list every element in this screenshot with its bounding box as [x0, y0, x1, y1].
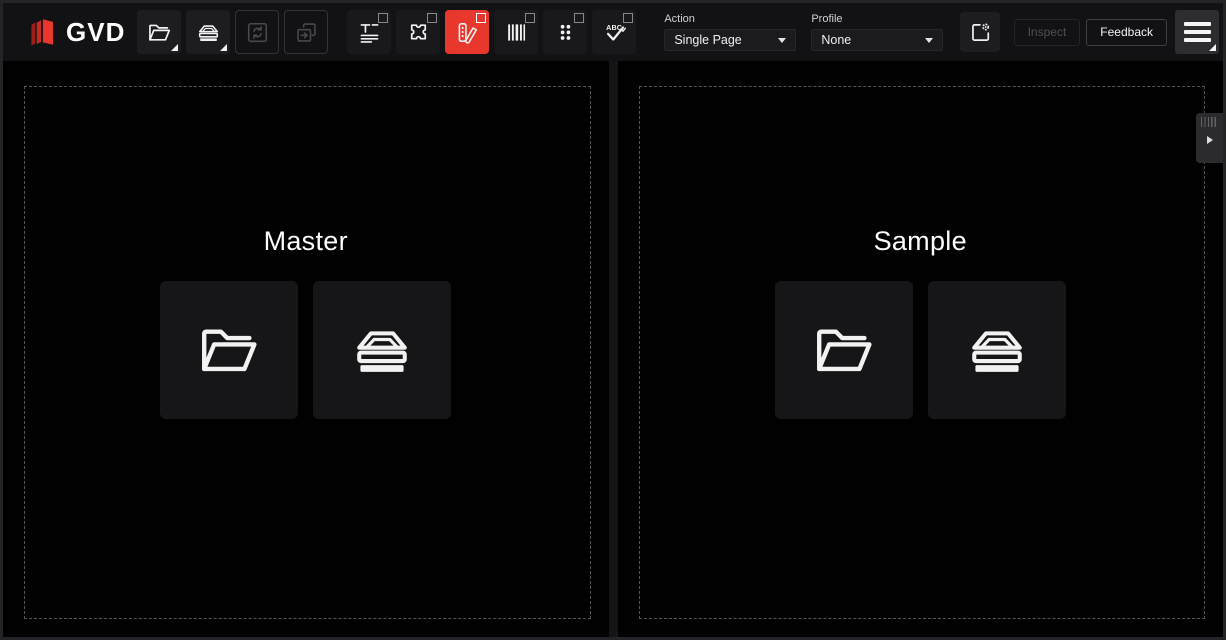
scanner-icon: [962, 315, 1032, 385]
color-compare-toggle[interactable]: [445, 10, 489, 54]
master-panel: Master: [3, 61, 609, 637]
color-compare-checkbox[interactable]: [476, 13, 486, 23]
toolbar: GVD: [3, 3, 1223, 61]
duplicate-page-icon: [293, 19, 320, 46]
profile-label: Profile: [811, 13, 943, 25]
sample-panel-title: Sample: [874, 226, 967, 257]
brand: GVD: [27, 15, 125, 49]
inspect-button[interactable]: Inspect: [1014, 19, 1081, 46]
feedback-button[interactable]: Feedback: [1086, 19, 1167, 46]
spellcheck-checkbox[interactable]: [623, 13, 633, 23]
profile-settings-button[interactable]: [960, 12, 1000, 52]
folder-open-icon: [194, 315, 264, 385]
file-actions-group: [137, 10, 328, 54]
duplicate-page-button[interactable]: [284, 10, 328, 54]
action-select[interactable]: Single Page: [664, 29, 796, 51]
grip-texture: [1201, 117, 1218, 127]
barcode-compare-toggle[interactable]: [494, 10, 538, 54]
action-field: Action Single Page: [664, 13, 796, 51]
brand-name: GVD: [66, 17, 125, 48]
text-compare-toggle[interactable]: [347, 10, 391, 54]
action-label: Action: [664, 13, 796, 25]
sample-source-tiles: [775, 281, 1066, 419]
action-select-value: Single Page: [674, 33, 778, 47]
die-cut-compare-checkbox[interactable]: [427, 13, 437, 23]
page-gear-icon: [967, 19, 994, 46]
master-panel-title: Master: [264, 226, 348, 257]
panel-divider: [609, 61, 618, 637]
flyout-handle[interactable]: [1196, 113, 1223, 163]
braille-compare-checkbox[interactable]: [574, 13, 584, 23]
profile-select-value: None: [821, 33, 925, 47]
master-source-tiles: [160, 281, 451, 419]
profile-select[interactable]: None: [811, 29, 943, 51]
chevron-down-icon: [778, 38, 786, 43]
text-compare-checkbox[interactable]: [378, 13, 388, 23]
open-file-button[interactable]: [137, 10, 181, 54]
master-open-file-tile[interactable]: [160, 281, 298, 419]
sync-button[interactable]: [235, 10, 279, 54]
folder-open-icon: [146, 19, 173, 46]
scan-button[interactable]: [186, 10, 230, 54]
spellcheck-toggle[interactable]: ABC: [592, 10, 636, 54]
menu-button[interactable]: [1175, 10, 1219, 54]
scanner-icon: [347, 315, 417, 385]
hamburger-menu-icon: [1184, 22, 1211, 26]
barcode-compare-checkbox[interactable]: [525, 13, 535, 23]
master-scan-tile[interactable]: [313, 281, 451, 419]
sample-open-file-tile[interactable]: [775, 281, 913, 419]
app-window: GVD: [0, 0, 1226, 640]
chevron-down-icon: [925, 38, 933, 43]
main-content: Master Sample: [3, 61, 1223, 637]
comparison-modes-group: ABC: [347, 10, 636, 54]
expand-panel-arrow-icon: [1207, 136, 1213, 144]
profile-field: Profile None: [811, 13, 943, 51]
scanner-icon: [195, 19, 222, 46]
gvd-logo-icon: [27, 15, 57, 49]
die-cut-compare-toggle[interactable]: [396, 10, 440, 54]
folder-open-icon: [809, 315, 879, 385]
sample-scan-tile[interactable]: [928, 281, 1066, 419]
sync-icon: [244, 19, 271, 46]
sample-panel: Sample: [618, 61, 1224, 637]
braille-compare-toggle[interactable]: [543, 10, 587, 54]
